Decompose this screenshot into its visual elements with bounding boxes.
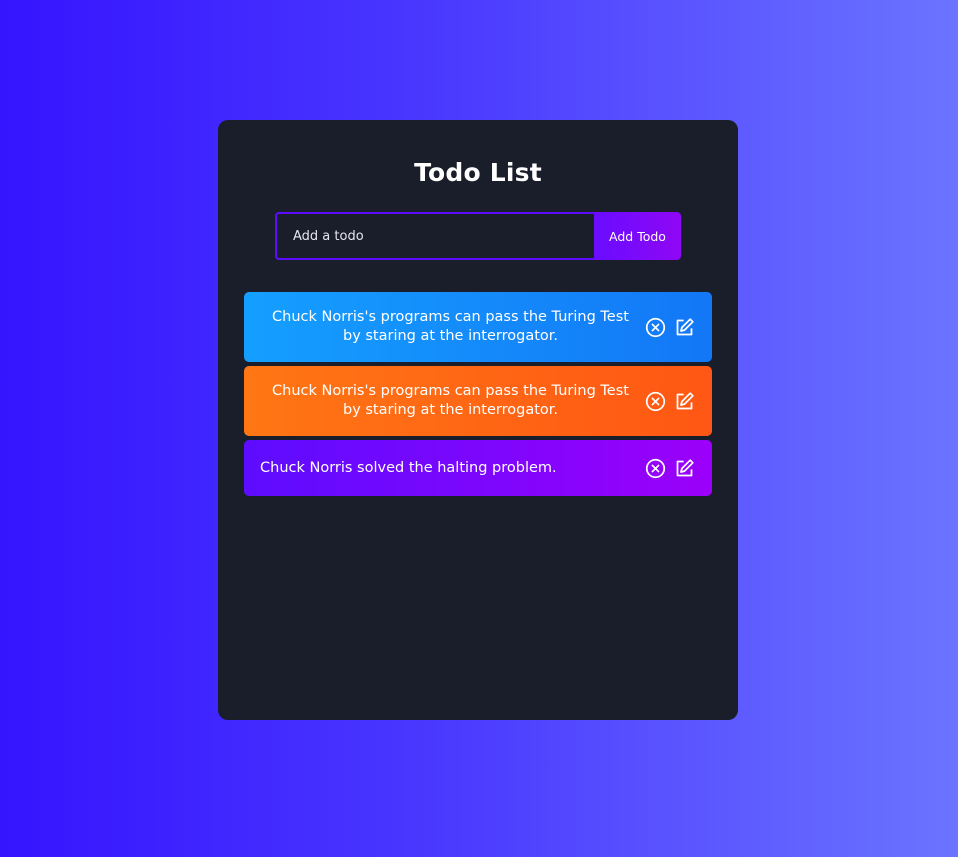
todo-item: Chuck Norris solved the halting problem. (244, 440, 712, 496)
todo-item-icons (645, 391, 695, 412)
todo-item-icons (645, 458, 695, 479)
close-circle-icon[interactable] (645, 391, 666, 412)
edit-icon[interactable] (674, 458, 695, 479)
edit-icon[interactable] (674, 317, 695, 338)
todo-item-icons (645, 317, 695, 338)
close-circle-icon[interactable] (645, 458, 666, 479)
todo-item: Chuck Norris's programs can pass the Tur… (244, 292, 712, 362)
edit-icon[interactable] (674, 391, 695, 412)
todo-app: Todo List Add Todo Chuck Norris's progra… (218, 120, 738, 720)
add-todo-button[interactable]: Add Todo (594, 212, 681, 260)
todo-item-text[interactable]: Chuck Norris's programs can pass the Tur… (260, 382, 639, 420)
todo-input[interactable] (275, 212, 594, 260)
todo-item: Chuck Norris's programs can pass the Tur… (244, 366, 712, 436)
todo-item-text[interactable]: Chuck Norris solved the halting problem. (260, 459, 639, 478)
close-circle-icon[interactable] (645, 317, 666, 338)
todo-form: Add Todo (275, 212, 681, 260)
todo-item-text[interactable]: Chuck Norris's programs can pass the Tur… (260, 308, 639, 346)
page-title: Todo List (414, 158, 542, 187)
